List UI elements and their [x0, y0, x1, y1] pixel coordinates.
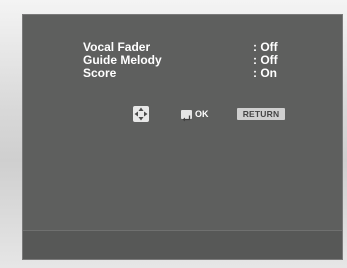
enter-icon-graphic: [182, 115, 191, 121]
ok-label: OK: [195, 109, 209, 119]
dpad-icon: [133, 106, 149, 122]
dpad-icon-graphic: [134, 107, 148, 121]
karaoke-menu: Vocal Fader : Off Guide Melody : Off Sco…: [83, 41, 323, 80]
return-label: RETURN: [242, 109, 280, 119]
osd-screen: Vocal Fader : Off Guide Melody : Off Sco…: [22, 14, 343, 260]
ok-hint: OK: [181, 108, 209, 121]
control-hints: OK RETURN: [133, 106, 333, 122]
menu-item-guide-melody[interactable]: Guide Melody : Off: [83, 54, 323, 67]
menu-item-value: : On: [253, 66, 277, 80]
menu-item-score[interactable]: Score : On: [83, 67, 323, 80]
return-button[interactable]: RETURN: [237, 108, 285, 120]
screen-footer: [23, 230, 342, 259]
tv-bezel: Vocal Fader : Off Guide Melody : Off Sco…: [0, 0, 347, 268]
menu-item-label: Score: [83, 66, 117, 80]
enter-icon: [181, 109, 192, 121]
